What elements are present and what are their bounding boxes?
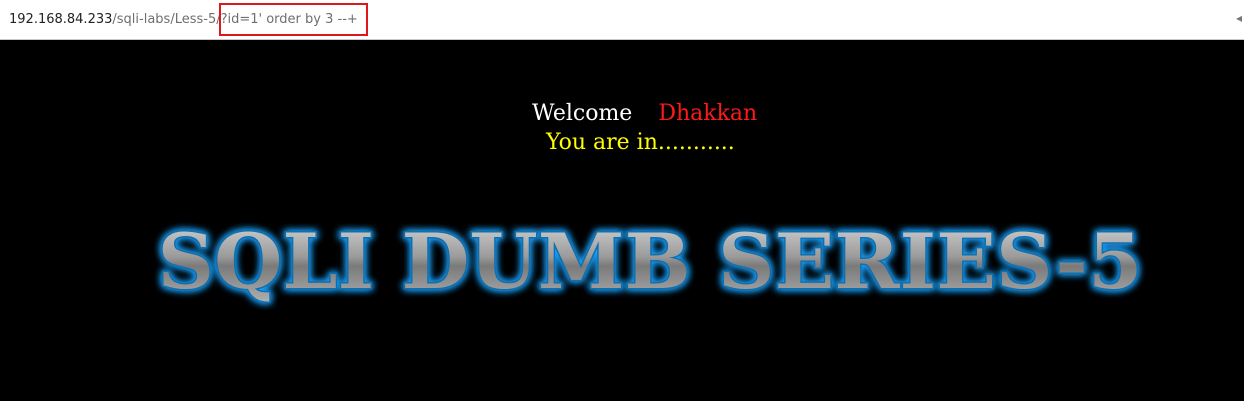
welcome-text: Welcome: [532, 101, 633, 126]
url-path: /sqli-labs/Less-5/: [112, 12, 221, 27]
query-highlight-box: [219, 3, 368, 36]
page-content: Welcome Dhakkan You are in........... SQ…: [0, 40, 1244, 401]
user-name: Dhakkan: [658, 101, 758, 126]
url-host: 192.168.84.233: [9, 12, 113, 27]
banner-title-image: SQLI DUMB SERIES-5: [156, 216, 1144, 308]
banner-title: SQLI DUMB SERIES-5: [158, 217, 1143, 306]
status-message: You are in...........: [546, 130, 735, 155]
welcome-line: Welcome Dhakkan: [532, 101, 757, 127]
browser-address-bar[interactable]: 192.168.84.233/sqli-labs/Less-5/?id=1' o…: [0, 0, 1244, 40]
address-bar-edge-icon: ◂: [1235, 11, 1242, 25]
